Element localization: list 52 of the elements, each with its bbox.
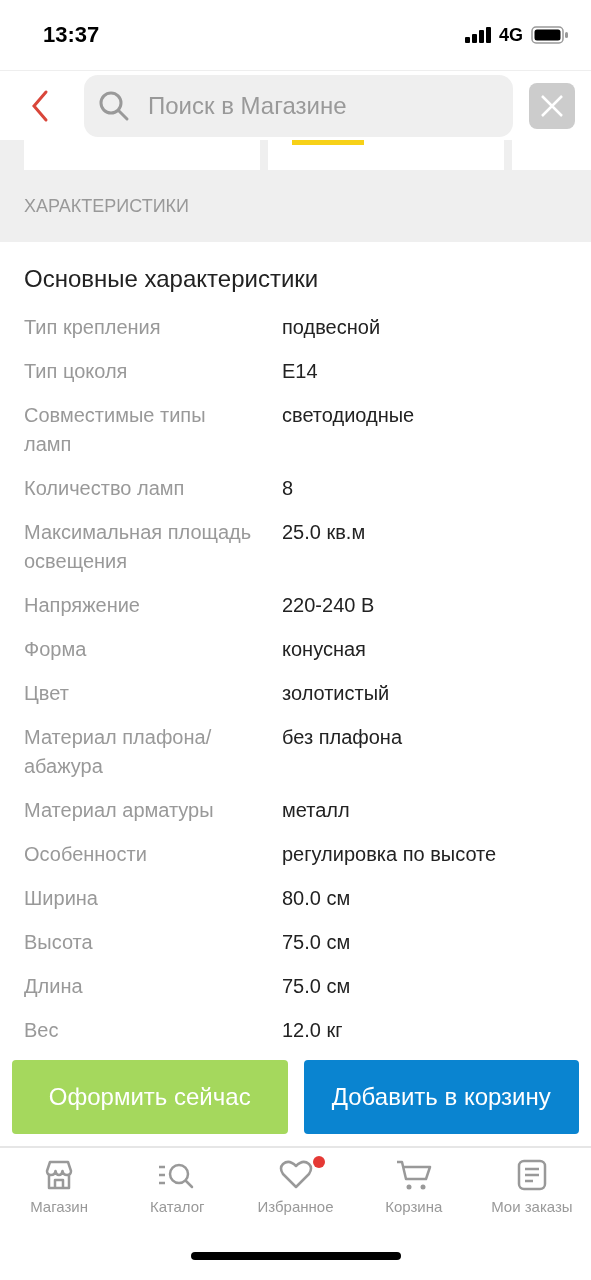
search-field[interactable]: Поиск в Магазине bbox=[84, 74, 513, 137]
spec-value: 75.0 см bbox=[282, 974, 352, 999]
group-title: Основные характеристики bbox=[23, 264, 320, 294]
spec-value: конусная bbox=[282, 637, 367, 662]
spec-value: 220-240 В bbox=[282, 593, 376, 618]
spec-label: Тип цоколя bbox=[24, 359, 129, 384]
network-label: 4G bbox=[499, 24, 523, 46]
section-title: ХАРАКТЕРИСТИКИ bbox=[24, 195, 189, 217]
spec-label: Тип крепления bbox=[24, 315, 162, 340]
nav-tab[interactable]: Каталог bbox=[118, 1148, 237, 1234]
spec-value: металл bbox=[282, 798, 351, 823]
spec-value: E14 bbox=[282, 359, 319, 384]
heart-icon bbox=[278, 1160, 313, 1190]
spec-label: Количество ламп bbox=[24, 476, 186, 501]
document-icon bbox=[516, 1159, 547, 1191]
spec-value: светодиодные bbox=[282, 403, 416, 428]
signal-icon bbox=[465, 27, 493, 43]
spec-value: 12.0 кг bbox=[282, 1018, 344, 1043]
nav-tab[interactable]: Мои заказы bbox=[472, 1148, 591, 1234]
spec-label: Цвет bbox=[24, 681, 70, 706]
spec-label: Форма bbox=[24, 637, 88, 662]
price-badge bbox=[292, 140, 364, 145]
nav-tab[interactable]: Избранное bbox=[236, 1148, 355, 1234]
spec-label: Материал арматуры bbox=[24, 798, 215, 823]
spec-label: Высота bbox=[24, 930, 94, 955]
close-icon bbox=[540, 93, 564, 118]
spec-value: 8 bbox=[282, 476, 295, 501]
spec-label: Особенности bbox=[24, 842, 148, 867]
spec-value: подвесной bbox=[282, 315, 382, 340]
spec-value: 75.0 см bbox=[282, 930, 352, 955]
spec-label: Ширина bbox=[24, 886, 99, 911]
spec-label: Длина bbox=[24, 974, 84, 999]
add-to-cart-button[interactable]: Добавить в корзину bbox=[303, 1060, 579, 1134]
spec-value: 25.0 кв.м bbox=[282, 520, 367, 545]
spec-label: Материал плафона/ абажура bbox=[24, 725, 213, 779]
nav-tab[interactable]: Магазин bbox=[0, 1148, 119, 1234]
checkout-button[interactable]: Оформить сейчас bbox=[12, 1060, 288, 1134]
spec-value: без плафона bbox=[282, 725, 403, 750]
spec-label: Вес bbox=[24, 1018, 60, 1043]
battery-icon bbox=[531, 26, 569, 44]
status-time: 13:37 bbox=[43, 22, 100, 48]
notification-dot bbox=[312, 1156, 325, 1168]
cart-icon bbox=[395, 1159, 432, 1191]
spec-value: золотистый bbox=[282, 681, 391, 706]
back-icon[interactable] bbox=[30, 88, 50, 123]
spec-label: Напряжение bbox=[24, 593, 141, 618]
spec-label: Совместимые типы ламп bbox=[24, 403, 207, 457]
spec-value: 80.0 см bbox=[282, 886, 352, 911]
nav-tab[interactable]: Корзина bbox=[354, 1148, 473, 1234]
close-button[interactable] bbox=[529, 82, 575, 129]
spec-label: Максимальная площадь освещения bbox=[24, 520, 253, 574]
spec-value: регулировка по высоте bbox=[282, 842, 498, 867]
